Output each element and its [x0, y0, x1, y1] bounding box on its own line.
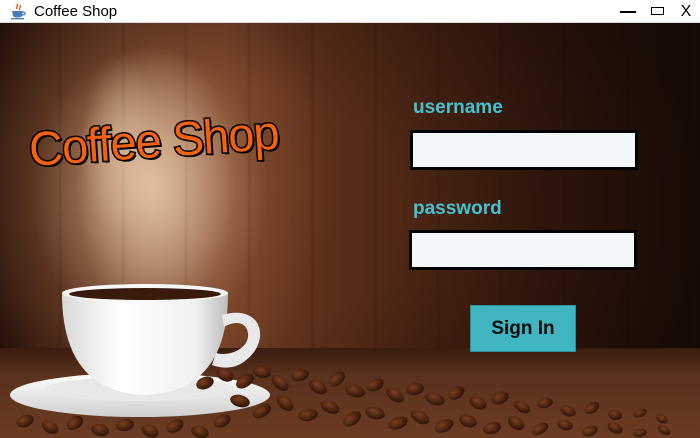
maximize-button[interactable] [646, 0, 672, 23]
password-label: password [413, 198, 502, 219]
java-cup-icon [11, 3, 26, 20]
sign-in-button[interactable]: Sign In [470, 305, 576, 352]
app-window: Coffee Shop X Coffee Shop username passw… [0, 0, 700, 438]
window-title: Coffee Shop [34, 3, 118, 20]
username-label: username [413, 97, 503, 118]
username-input[interactable] [410, 130, 638, 170]
close-button[interactable]: X [673, 0, 699, 23]
minimize-button[interactable] [615, 0, 641, 23]
password-input[interactable] [409, 230, 637, 270]
login-panel: Coffee Shop username password Sign In [0, 23, 700, 438]
title-bar[interactable]: Coffee Shop X [0, 0, 700, 23]
